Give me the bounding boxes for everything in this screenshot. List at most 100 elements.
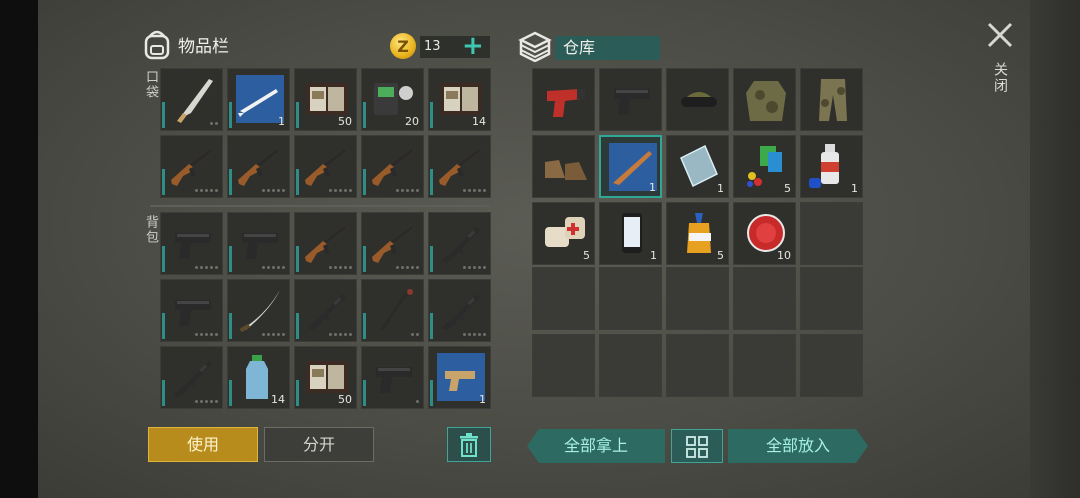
warehouse-slot[interactable]	[532, 68, 595, 131]
item-count: 5	[583, 249, 590, 262]
durability-bar	[363, 102, 366, 128]
warehouse-crate-icon	[518, 31, 552, 62]
pocket-slot[interactable]	[160, 135, 223, 198]
warehouse-slot[interactable]: 1	[800, 135, 863, 198]
close-label[interactable]: 关闭	[990, 62, 1010, 94]
pocket-slot[interactable]: 1	[227, 68, 290, 131]
quality-dots	[416, 400, 419, 403]
quality-dots	[262, 333, 285, 336]
warehouse-slot[interactable]: 1	[666, 135, 729, 198]
camo-pants-icon	[819, 79, 847, 121]
backpack-slot[interactable]	[160, 279, 223, 342]
warehouse-slot[interactable]	[800, 202, 863, 265]
warehouse-slot[interactable]	[532, 135, 595, 198]
warehouse-slot[interactable]	[800, 68, 863, 131]
inventory-header: 物品栏	[142, 28, 229, 60]
put-all-button[interactable]: 全部放入	[728, 429, 868, 463]
durability-bar	[162, 102, 165, 128]
warehouse-slot[interactable]	[599, 68, 662, 131]
item-count: 5	[717, 249, 724, 262]
quality-dots	[210, 122, 218, 125]
inventory-title: 物品栏	[178, 36, 229, 57]
quality-dots	[396, 189, 419, 192]
warehouse-slot[interactable]	[666, 68, 729, 131]
durability-bar	[229, 102, 232, 128]
pocket-slot[interactable]	[227, 135, 290, 198]
warehouse-slot[interactable]	[599, 267, 662, 330]
item-count: 1	[650, 249, 657, 262]
warehouse-slot[interactable]: 5	[666, 202, 729, 265]
warehouse-slot[interactable]	[800, 334, 863, 397]
warehouse-slot[interactable]	[532, 267, 595, 330]
pocket-slot[interactable]: 14	[428, 68, 491, 131]
warehouse-slot[interactable]	[599, 334, 662, 397]
warehouse-slot[interactable]	[666, 334, 729, 397]
warehouse-slot[interactable]: 5	[733, 135, 796, 198]
durability-bar	[162, 169, 165, 195]
add-coins-button[interactable]: +	[462, 33, 484, 59]
item-count: 10	[777, 249, 791, 262]
quality-dots	[195, 333, 218, 336]
warehouse-slot[interactable]	[800, 267, 863, 330]
warehouse-slot[interactable]	[733, 68, 796, 131]
pocket-slot[interactable]: 50	[294, 68, 357, 131]
warehouse-slot[interactable]: 5	[532, 202, 595, 265]
warehouse-slot[interactable]	[666, 267, 729, 330]
trash-button[interactable]	[447, 427, 491, 462]
durability-bar	[296, 313, 299, 339]
ak-rifle-icon	[238, 148, 280, 186]
backpack-slot[interactable]	[294, 279, 357, 342]
durability-bar	[430, 380, 433, 406]
durability-bar	[430, 169, 433, 195]
quality-dots	[195, 266, 218, 269]
quality-dots	[463, 189, 486, 192]
quality-dots	[463, 333, 486, 336]
take-all-button[interactable]: 全部拿上	[527, 429, 665, 463]
left-edge	[0, 0, 38, 498]
glass-pane-icon	[680, 144, 718, 188]
warehouse-slot[interactable]	[733, 334, 796, 397]
pocket-slot[interactable]	[160, 68, 223, 131]
warehouse-slot[interactable]: 1	[599, 135, 662, 198]
warehouse-slot[interactable]	[733, 267, 796, 330]
backpack-slot[interactable]	[160, 346, 223, 409]
split-button[interactable]: 分开	[264, 427, 374, 462]
backpack-slot[interactable]	[160, 212, 223, 275]
item-count: 20	[405, 115, 419, 128]
backpack-slot[interactable]	[428, 212, 491, 275]
sort-button[interactable]	[671, 429, 723, 463]
durability-bar	[229, 246, 232, 272]
pistol-icon	[175, 233, 211, 259]
pocket-slot[interactable]	[294, 135, 357, 198]
spray-can-icon	[809, 144, 839, 188]
quality-dots	[411, 333, 419, 336]
backpack-slot[interactable]	[361, 279, 424, 342]
backpack-slot[interactable]	[361, 212, 424, 275]
warehouse-slot[interactable]	[532, 334, 595, 397]
quality-dots	[195, 189, 218, 192]
coin-icon: Z	[390, 33, 416, 59]
item-count: 14	[271, 393, 285, 406]
backpack-slot[interactable]	[294, 212, 357, 275]
m16-rifle-icon	[441, 294, 480, 330]
backpack-slot[interactable]: 1	[428, 346, 491, 409]
warehouse-slot[interactable]: 10	[733, 202, 796, 265]
pocket-slot[interactable]	[361, 135, 424, 198]
backpack-slot[interactable]: 50	[294, 346, 357, 409]
warehouse-slot[interactable]: 1	[599, 202, 662, 265]
pocket-slot[interactable]: 20	[361, 68, 424, 131]
item-count: 1	[717, 182, 724, 195]
backpack-slot[interactable]	[428, 279, 491, 342]
backpack-slot[interactable]	[227, 279, 290, 342]
section-divider	[150, 205, 490, 207]
ak-rifle-icon	[439, 148, 481, 186]
pistol-icon	[242, 233, 278, 259]
close-icon[interactable]	[985, 20, 1015, 50]
durability-bar	[162, 313, 165, 339]
right-edge	[1030, 0, 1080, 498]
backpack-slot[interactable]	[361, 346, 424, 409]
use-button[interactable]: 使用	[148, 427, 258, 462]
pocket-slot[interactable]	[428, 135, 491, 198]
backpack-slot[interactable]	[227, 212, 290, 275]
backpack-slot[interactable]: 14	[227, 346, 290, 409]
